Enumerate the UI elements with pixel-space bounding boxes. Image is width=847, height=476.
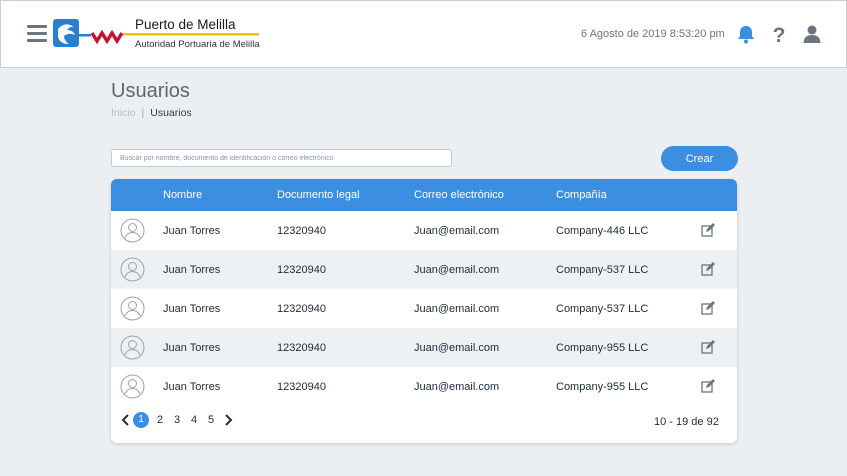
bell-icon[interactable] <box>735 23 757 45</box>
cell-email: Juan@email.com <box>414 303 500 315</box>
edit-icon[interactable] <box>701 262 716 277</box>
cell-document: 12320940 <box>277 381 326 393</box>
breadcrumb-separator: | <box>141 107 145 119</box>
top-header: Puerto de Melilla Autoridad Portuaria de… <box>0 0 847 68</box>
edit-icon[interactable] <box>701 379 716 394</box>
cell-company: Company-955 LLC <box>556 342 649 354</box>
cell-document: 12320940 <box>277 342 326 354</box>
user-icon[interactable] <box>801 23 823 45</box>
cell-document: 12320940 <box>277 225 326 237</box>
page-button-3[interactable]: 3 <box>169 412 185 428</box>
page-button-2[interactable]: 2 <box>152 412 168 428</box>
edit-icon[interactable] <box>701 340 716 355</box>
brand-title: Puerto de Melilla <box>135 17 236 32</box>
breadcrumb-current: Usuarios <box>150 107 192 119</box>
breadcrumb-home-link[interactable]: Inicio <box>111 107 136 119</box>
users-table: Nombre Documento legal Correo electrónic… <box>111 179 737 443</box>
column-header-name[interactable]: Nombre <box>163 189 202 201</box>
search-input[interactable] <box>111 149 452 167</box>
cell-name: Juan Torres <box>163 342 221 354</box>
cell-company: Company-537 LLC <box>556 264 649 276</box>
cell-email: Juan@email.com <box>414 342 500 354</box>
avatar-icon <box>120 335 145 360</box>
brand-subtitle: Autoridad Portuaria de Melilla <box>135 39 260 50</box>
table-row[interactable]: Juan Torres 12320940 Juan@email.com Comp… <box>111 328 737 367</box>
cell-document: 12320940 <box>277 264 326 276</box>
cell-name: Juan Torres <box>163 303 221 315</box>
column-header-company[interactable]: Compañía <box>556 189 607 201</box>
avatar-icon <box>120 218 145 243</box>
create-button[interactable]: Crear <box>661 146 738 171</box>
cell-company: Company-537 LLC <box>556 303 649 315</box>
cell-document: 12320940 <box>277 303 326 315</box>
breadcrumb: Inicio | Usuarios <box>111 107 192 119</box>
table-header: Nombre Documento legal Correo electrónic… <box>111 179 737 211</box>
column-header-document[interactable]: Documento legal <box>277 189 360 201</box>
cell-company: Company-446 LLC <box>556 225 649 237</box>
cell-name: Juan Torres <box>163 381 221 393</box>
table-row[interactable]: Juan Torres 12320940 Juan@email.com Comp… <box>111 250 737 289</box>
table-row[interactable]: Juan Torres 12320940 Juan@email.com Comp… <box>111 211 737 250</box>
avatar-icon <box>120 296 145 321</box>
table-row[interactable]: Juan Torres 12320940 Juan@email.com Comp… <box>111 289 737 328</box>
column-header-email[interactable]: Correo electrónico <box>414 189 504 201</box>
cell-company: Company-955 LLC <box>556 381 649 393</box>
chevron-right-icon[interactable] <box>223 414 233 426</box>
cell-name: Juan Torres <box>163 225 221 237</box>
table-row[interactable]: Juan Torres 12320940 Juan@email.com Comp… <box>111 367 737 406</box>
avatar-icon <box>120 257 145 282</box>
pagination-range: 10 - 19 de 92 <box>654 416 719 428</box>
help-icon[interactable]: ? <box>768 23 790 45</box>
edit-icon[interactable] <box>701 223 716 238</box>
cell-email: Juan@email.com <box>414 225 500 237</box>
page-button-1[interactable]: 1 <box>133 412 149 428</box>
svg-text:?: ? <box>773 24 786 45</box>
cell-name: Juan Torres <box>163 264 221 276</box>
avatar-icon <box>120 374 145 399</box>
menu-icon[interactable] <box>27 25 47 42</box>
chevron-left-icon[interactable] <box>121 414 131 426</box>
page-button-4[interactable]: 4 <box>186 412 202 428</box>
cell-email: Juan@email.com <box>414 381 500 393</box>
page-button-5[interactable]: 5 <box>203 412 219 428</box>
edit-icon[interactable] <box>701 301 716 316</box>
current-datetime: 6 Agosto de 2019 8:53:20 pm <box>581 28 725 40</box>
cell-email: Juan@email.com <box>414 264 500 276</box>
page-title: Usuarios <box>111 80 190 102</box>
